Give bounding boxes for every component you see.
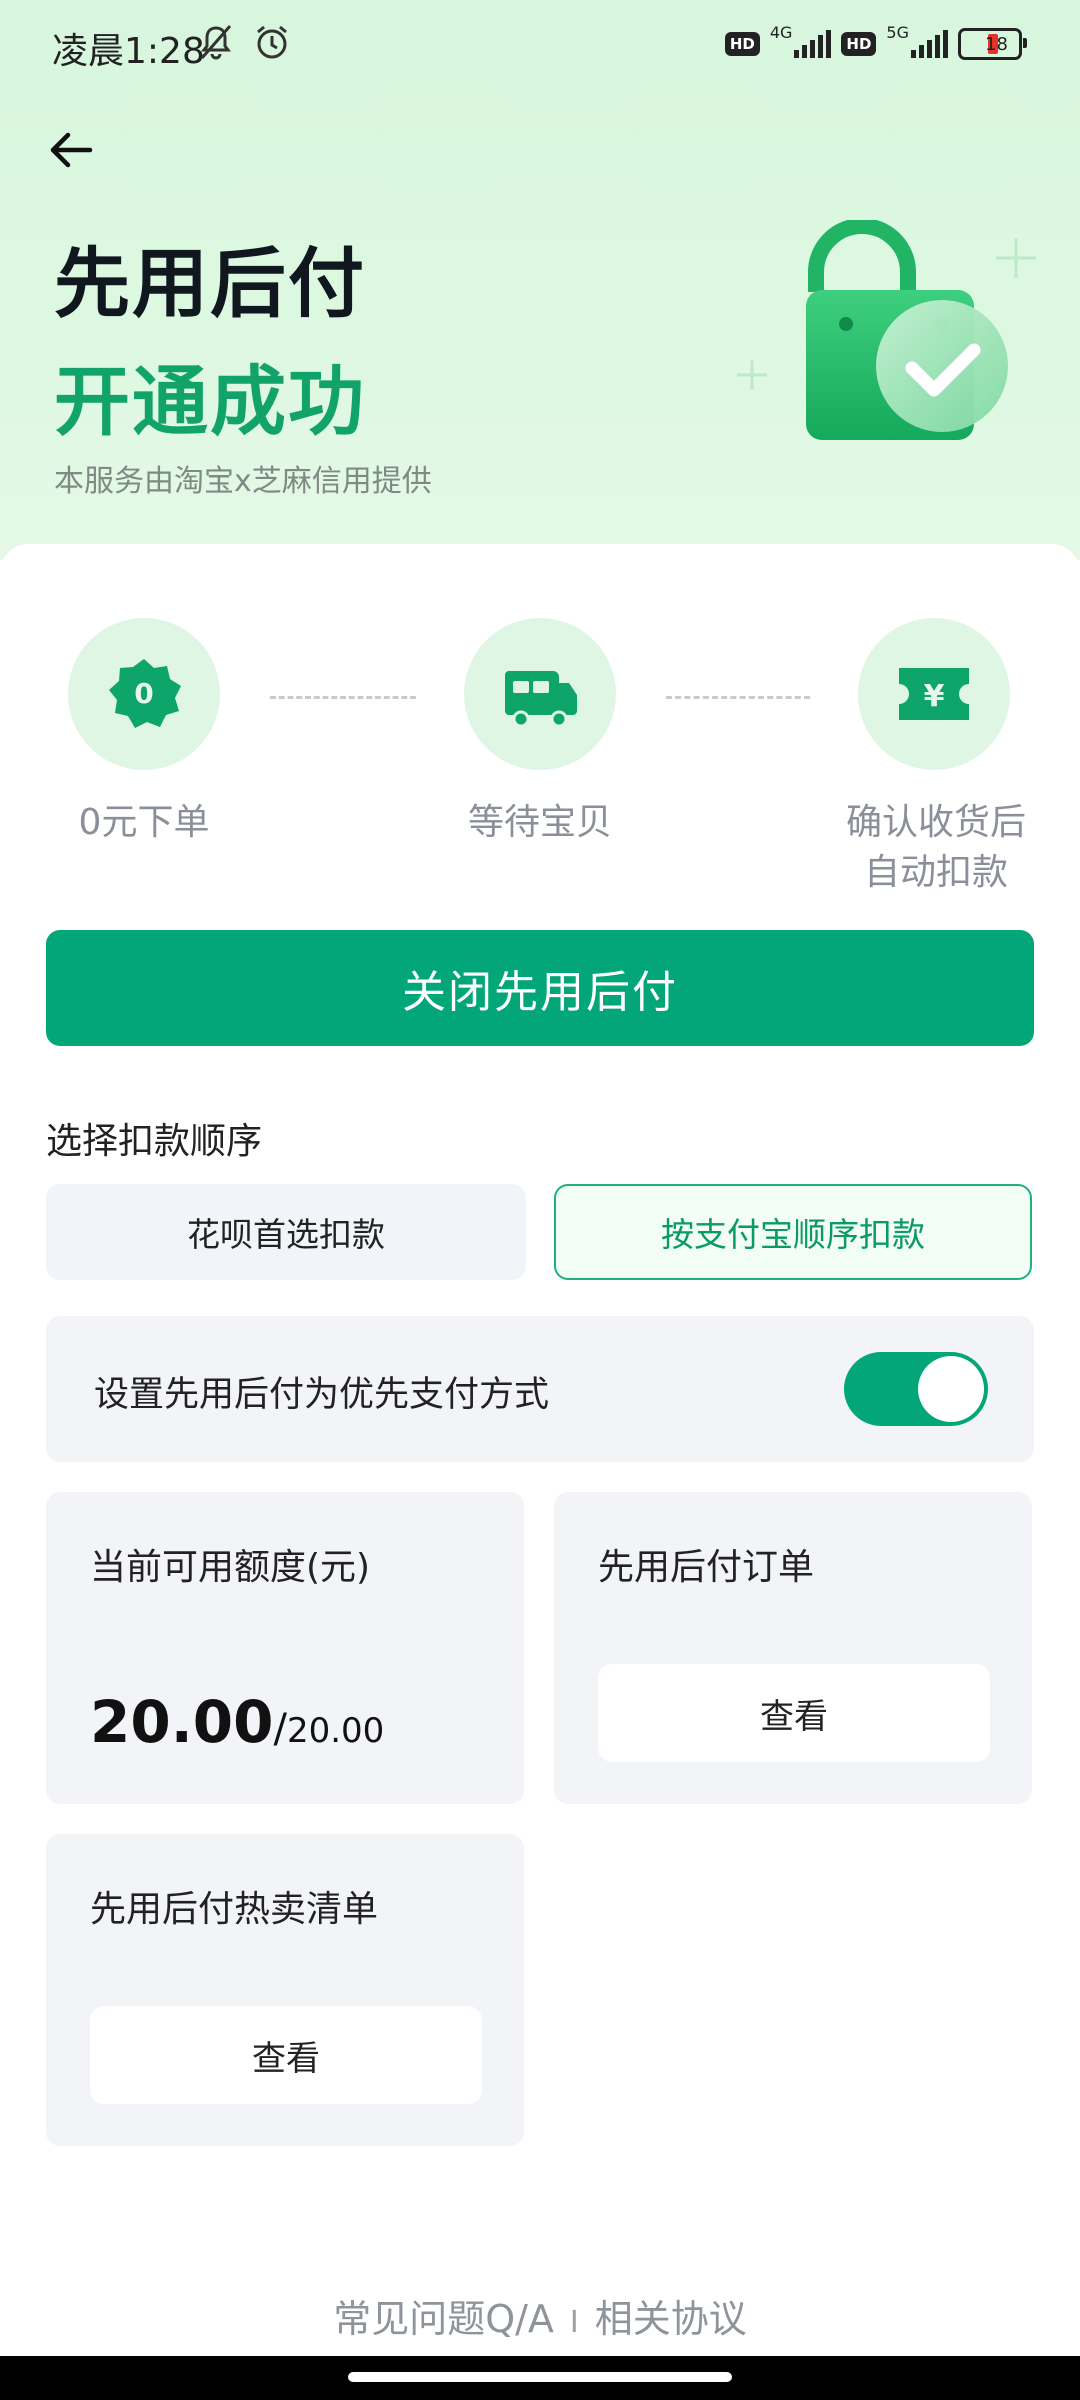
option-alipay-order[interactable]: 按支付宝顺序扣款 — [554, 1184, 1032, 1280]
page-title: 先用后付 — [54, 239, 366, 328]
available-quota-panel: 当前可用额度(元) 20.00/20.00 — [46, 1492, 524, 1804]
network-type-label: 5G — [886, 22, 909, 42]
battery-icon: 18 — [958, 28, 1027, 60]
coupon-yuan-icon: ¥ — [899, 668, 969, 720]
network-type-label: 4G — [769, 22, 793, 42]
zero-badge-text: 0 — [134, 677, 153, 710]
alarm-icon — [252, 22, 292, 71]
truck-icon — [505, 671, 577, 728]
hot-sale-list-panel: 先用后付热卖清单 查看 — [46, 1834, 524, 2146]
quota-value: 20.00/20.00 — [90, 1688, 385, 1756]
status-right-cluster: HD 4G HD 5G 18 — [724, 23, 1027, 60]
back-button[interactable] — [44, 122, 100, 178]
provider-note: 本服务由淘宝x芝麻信用提供 — [54, 464, 432, 499]
priority-toggle[interactable] — [844, 1352, 988, 1426]
mute-icon — [196, 22, 236, 71]
option-huabei-first[interactable]: 花呗首选扣款 — [46, 1184, 526, 1280]
yuan-symbol: ¥ — [924, 679, 945, 714]
step-connector — [666, 696, 810, 699]
priority-payment-setting: 设置先用后付为优先支付方式 — [46, 1316, 1034, 1462]
step-auto-deduct: ¥ — [858, 618, 1010, 770]
pay-later-orders-panel: 先用后付订单 查看 — [554, 1492, 1032, 1804]
step-label: 0元下单 — [78, 802, 210, 843]
close-pay-later-button[interactable]: 关闭先用后付 — [46, 930, 1034, 1046]
success-title: 开通成功 — [54, 357, 366, 446]
quota-total: 20.00 — [286, 1711, 385, 1751]
step-label: 确认收货后 自动扣款 — [845, 802, 1026, 893]
orders-title: 先用后付订单 — [598, 1547, 815, 1588]
agreement-link[interactable]: 相关协议 — [595, 2297, 747, 2341]
shopping-bag-check-illustration — [720, 218, 1040, 480]
quota-available: 20.00 — [90, 1688, 274, 1756]
step-zero-order: 0 — [68, 618, 220, 770]
status-bar: 凌晨1:28 HD 4G HD 5G 18 — [0, 0, 1080, 92]
view-hot-list-button[interactable]: 查看 — [90, 2006, 482, 2104]
signal-icon — [794, 30, 832, 58]
quota-title: 当前可用额度(元) — [90, 1547, 371, 1588]
signal-icon — [911, 30, 948, 58]
home-indicator[interactable] — [348, 2372, 732, 2382]
footer-links: 常见问题Q/A I 相关协议 — [0, 2288, 1080, 2343]
status-time: 凌晨1:28 — [52, 31, 205, 72]
system-nav-bar — [0, 2356, 1080, 2400]
toggle-knob — [918, 1356, 984, 1422]
step-wait-item — [464, 618, 616, 770]
footer-separator: I — [569, 2305, 579, 2340]
step-connector — [270, 696, 416, 699]
deduction-order-title: 选择扣款顺序 — [46, 1121, 263, 1162]
hot-list-title: 先用后付热卖清单 — [90, 1889, 379, 1930]
arrow-left-icon — [50, 132, 93, 168]
battery-level: 18 — [985, 33, 1008, 55]
view-orders-button[interactable]: 查看 — [598, 1664, 990, 1762]
priority-setting-label: 设置先用后付为优先支付方式 — [94, 1375, 550, 1415]
hd-badge: HD — [724, 32, 760, 56]
hd-badge: HD — [841, 32, 877, 56]
zero-badge-icon: 0 — [109, 659, 181, 728]
step-label: 等待宝贝 — [467, 802, 612, 843]
faq-link[interactable]: 常见问题Q/A — [333, 2297, 554, 2341]
